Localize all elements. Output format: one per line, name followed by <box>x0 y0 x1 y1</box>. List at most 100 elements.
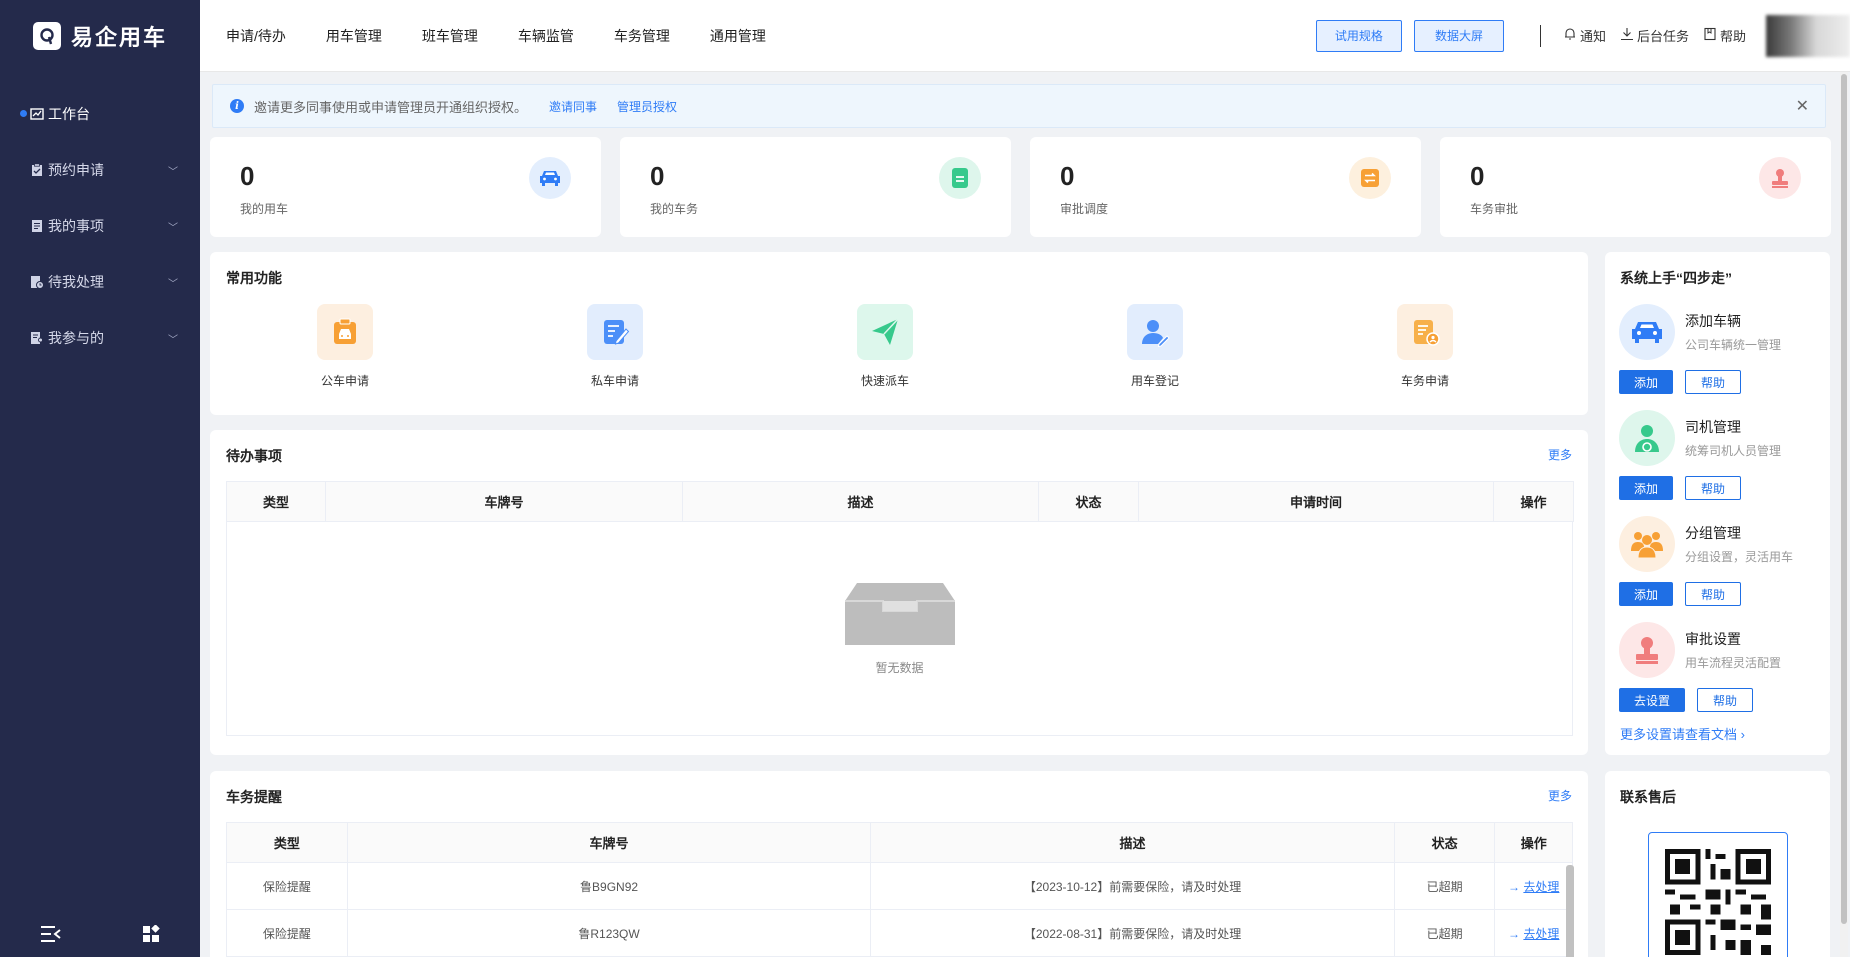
stat-card-affairs-approval[interactable]: 0 车务审批 <box>1440 137 1831 237</box>
step-title: 分组管理 <box>1685 525 1741 541</box>
process-link[interactable]: → 去处理 <box>1494 909 1573 957</box>
sidebar-item-reservation[interactable]: 预约申请 ﹀ <box>0 142 200 198</box>
quick-start-title: 系统上手“四步走” <box>1620 270 1732 286</box>
help-link[interactable]: 帮助 <box>1703 26 1746 45</box>
stat-card-my-vehicle[interactable]: 0 我的用车 <box>210 137 601 237</box>
sidebar-item-participated[interactable]: 我参与的 ﹀ <box>0 310 200 366</box>
pending-doc-icon <box>30 275 44 289</box>
qr-code-icon <box>1665 849 1771 955</box>
document-icon <box>939 157 981 199</box>
more-settings-doc-link[interactable]: 更多设置请查看文档 › <box>1620 724 1745 743</box>
menu-apply-todo[interactable]: 申请/待办 <box>226 26 286 46</box>
public-car-apply[interactable]: 公车申请 <box>210 304 480 389</box>
cell-desc: 【2023-10-12】前需要保险，请及时处理 <box>870 862 1395 910</box>
notice-text: 邀请更多同事使用或申请管理员开通组织授权。 <box>254 99 528 115</box>
go-settings-button[interactable]: 去设置 <box>1619 688 1686 712</box>
app-logo[interactable]: 易企用车 <box>0 0 200 72</box>
reminder-card: 车务提醒 更多 类型 车牌号 描述 状态 操作 保险提醒 鲁B9GN92 【20… <box>210 771 1588 957</box>
help-book-icon <box>1703 27 1717 44</box>
chevron-right-icon: › <box>1740 727 1745 742</box>
todo-more-link[interactable]: 更多 <box>1548 446 1572 463</box>
column-header[interactable]: 状态 <box>1038 481 1139 522</box>
reminder-table-wrap: 类型 车牌号 描述 状态 操作 保险提醒 鲁B9GN92 【2023-10-12… <box>226 822 1573 957</box>
column-header[interactable]: 车牌号 <box>346 822 872 863</box>
sidebar-item-my-matters[interactable]: 我的事项 ﹀ <box>0 198 200 254</box>
edit-doc-icon <box>587 304 643 360</box>
stat-card-approval-dispatch[interactable]: 0 审批调度 <box>1030 137 1421 237</box>
table-scrollbar[interactable] <box>1566 865 1574 957</box>
common-functions-title: 常用功能 <box>226 270 282 286</box>
function-label: 用车登记 <box>1130 374 1179 388</box>
step-add-vehicle: 添加车辆 公司车辆统一管理 添加 帮助 <box>1619 304 1809 394</box>
sidebar-item-pending[interactable]: 待我处理 ﹀ <box>0 254 200 310</box>
menu-shuttle[interactable]: 班车管理 <box>422 26 478 46</box>
approval-help-button[interactable]: 帮助 <box>1697 688 1754 712</box>
column-header[interactable]: 类型 <box>226 822 348 863</box>
step-subtitle: 公司车辆统一管理 <box>1685 338 1782 352</box>
notification-link[interactable]: 通知 <box>1563 26 1606 45</box>
cell-status: 已超期 <box>1393 862 1496 910</box>
chevron-down-icon: ﹀ <box>168 222 178 234</box>
car-form-icon <box>317 304 373 360</box>
add-vehicle-button[interactable]: 添加 <box>1619 370 1674 394</box>
add-driver-button[interactable]: 添加 <box>1619 476 1674 500</box>
column-header[interactable]: 描述 <box>682 481 1039 522</box>
sidebar: 易企用车 工作台 预约申请 ﹀ 我的事项 ﹀ 待我处理 ﹀ 我参与的 ﹀ <box>0 0 200 957</box>
chevron-down-icon: ﹀ <box>168 166 178 178</box>
user-edit-icon <box>1127 304 1183 360</box>
private-car-apply[interactable]: 私车申请 <box>480 304 750 389</box>
apps-grid-icon[interactable] <box>142 923 160 946</box>
support-card: 联系售后 <box>1605 771 1830 957</box>
group-help-button[interactable]: 帮助 <box>1685 582 1742 606</box>
todo-title: 待办事项 <box>226 448 282 464</box>
stat-value: 0 <box>1470 161 1485 191</box>
stamp-icon <box>1759 157 1801 199</box>
column-header[interactable]: 操作 <box>1494 822 1573 863</box>
sidebar-item-workbench[interactable]: 工作台 <box>0 86 200 142</box>
affairs-apply[interactable]: 车务申请 <box>1290 304 1560 389</box>
empty-inbox-icon <box>844 583 955 645</box>
empty-label: 暂无数据 <box>875 661 924 675</box>
bell-icon <box>1563 27 1577 44</box>
stat-label: 我的用车 <box>240 202 289 216</box>
cell-desc: 【2022-08-31】前需要保险，请及时处理 <box>870 909 1395 957</box>
page-scrollbar[interactable] <box>1840 72 1848 957</box>
column-header[interactable]: 车牌号 <box>325 481 683 522</box>
list-doc-icon <box>30 219 44 233</box>
doc-user-icon <box>1397 304 1453 360</box>
menu-vehicle-monitor[interactable]: 车辆监管 <box>518 26 574 46</box>
invite-colleague-link[interactable]: 邀请同事 <box>549 98 597 115</box>
data-screen-button[interactable]: 数据大屏 <box>1413 19 1504 52</box>
menu-general[interactable]: 通用管理 <box>710 26 766 46</box>
column-header[interactable]: 申请时间 <box>1138 481 1494 522</box>
stat-card-my-affairs[interactable]: 0 我的车务 <box>620 137 1011 237</box>
column-header[interactable]: 描述 <box>870 822 1395 863</box>
add-group-button[interactable]: 添加 <box>1619 582 1674 606</box>
background-tasks-link[interactable]: 后台任务 <box>1620 26 1689 45</box>
menu-vehicle-affairs[interactable]: 车务管理 <box>614 26 670 46</box>
trial-spec-button[interactable]: 试用规格 <box>1315 19 1402 52</box>
column-header[interactable]: 操作 <box>1493 481 1574 522</box>
reminder-more-link[interactable]: 更多 <box>1548 787 1572 804</box>
cell-plate: 鲁B9GN92 <box>346 862 872 910</box>
process-link[interactable]: → 去处理 <box>1494 862 1573 910</box>
user-avatar[interactable] <box>1766 14 1850 57</box>
function-label: 私车申请 <box>590 374 639 388</box>
column-header[interactable]: 类型 <box>226 481 326 522</box>
close-icon[interactable]: ✕ <box>1796 96 1809 116</box>
step-subtitle: 用车流程灵活配置 <box>1685 656 1782 670</box>
vehicle-register[interactable]: 用车登记 <box>1020 304 1290 389</box>
help-label: 帮助 <box>1719 29 1746 44</box>
step-subtitle: 分组设置，灵活用车 <box>1685 550 1794 564</box>
add-vehicle-help-button[interactable]: 帮助 <box>1685 370 1742 394</box>
driver-help-button[interactable]: 帮助 <box>1685 476 1742 500</box>
menu-vehicle-use[interactable]: 用车管理 <box>326 26 382 46</box>
group-icon <box>1619 516 1675 572</box>
collapse-menu-icon[interactable] <box>40 925 62 946</box>
admin-authorize-link[interactable]: 管理员授权 <box>617 98 677 115</box>
stat-label: 车务审批 <box>1470 202 1519 216</box>
column-header[interactable]: 状态 <box>1393 822 1496 863</box>
scrollbar-thumb[interactable] <box>1841 74 1847 924</box>
stat-label: 审批调度 <box>1060 202 1109 216</box>
quick-dispatch[interactable]: 快速派车 <box>750 304 1020 389</box>
